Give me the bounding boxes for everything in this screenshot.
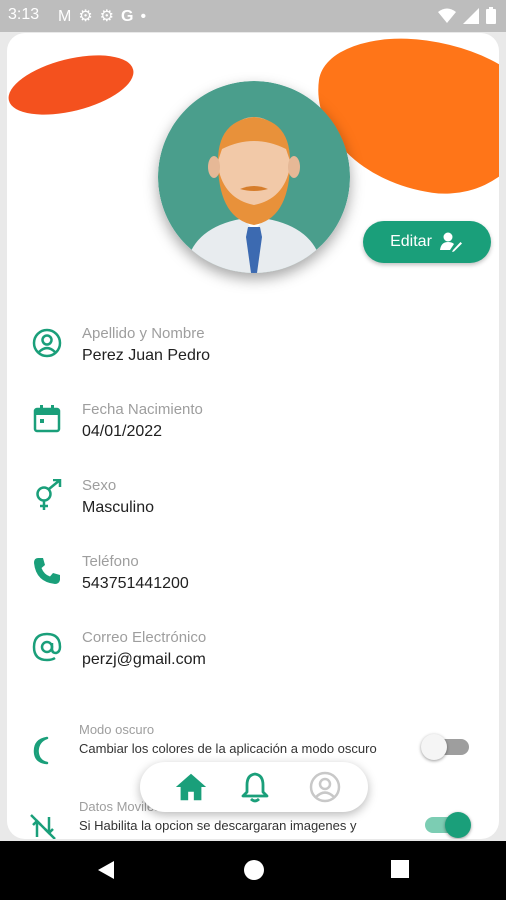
notification-icons: M⚙⚙G• xyxy=(58,6,153,26)
field-value: Masculino xyxy=(82,499,155,516)
decorative-blob xyxy=(7,44,140,126)
field-value: perzj@gmail.com xyxy=(82,651,206,668)
google-icon: G xyxy=(121,8,141,25)
profile-card: Editar Apellido y Nombre Perez Juan Pedr… xyxy=(7,33,499,839)
toggle-knob xyxy=(421,734,447,760)
nav-notifications[interactable] xyxy=(238,770,272,804)
signal-icon xyxy=(463,7,479,24)
home-icon xyxy=(175,773,207,801)
field-value: Perez Juan Pedro xyxy=(82,347,211,364)
back-icon[interactable] xyxy=(94,859,116,881)
nav-profile[interactable] xyxy=(308,770,342,804)
system-navigation-bar xyxy=(0,841,506,900)
field-value: 04/01/2022 xyxy=(82,423,163,440)
field-label: Fecha Nacimiento xyxy=(82,401,203,418)
field-email: Correo Electrónico perzj@gmail.com xyxy=(31,629,451,677)
field-label: Correo Electrónico xyxy=(82,629,207,646)
wifi-icon xyxy=(438,8,456,23)
status-bar: 3:13 M⚙⚙G• xyxy=(0,0,506,32)
status-time: 3:13 xyxy=(8,6,40,23)
field-label: Teléfono xyxy=(82,553,139,570)
field-value: 543751441200 xyxy=(82,575,189,592)
account-icon xyxy=(309,771,341,803)
account-circle-icon xyxy=(32,328,62,358)
edit-user-icon xyxy=(439,232,462,252)
phone-icon xyxy=(34,558,60,584)
gmail-icon: M xyxy=(58,8,79,25)
mobile-data-toggle[interactable] xyxy=(425,812,471,838)
edit-profile-button[interactable]: Editar xyxy=(363,221,491,263)
field-sex: Sexo Masculino xyxy=(31,477,451,525)
calendar-icon xyxy=(33,405,61,433)
at-icon xyxy=(32,632,62,662)
setting-title: Modo oscuro xyxy=(79,722,155,737)
dot-icon: • xyxy=(140,8,154,25)
field-phone: Teléfono 543751441200 xyxy=(31,553,451,601)
setting-description: Cambiar los colores de la aplicación a m… xyxy=(79,741,377,756)
field-label: Apellido y Nombre xyxy=(82,325,205,342)
edit-label: Editar xyxy=(390,233,432,250)
nav-home[interactable] xyxy=(174,770,208,804)
gender-icon xyxy=(36,479,62,510)
avatar-illustration xyxy=(158,81,350,273)
field-label: Sexo xyxy=(82,477,117,494)
recents-icon[interactable] xyxy=(390,859,410,879)
bottom-navigation xyxy=(140,762,368,812)
mobile-data-off-icon xyxy=(30,814,56,839)
avatar xyxy=(158,81,350,273)
moon-icon xyxy=(33,736,49,765)
settings-icon: ⚙ xyxy=(78,8,100,25)
system-icons xyxy=(438,7,496,24)
bell-icon xyxy=(241,772,269,803)
battery-icon xyxy=(486,7,496,24)
field-name: Apellido y Nombre Perez Juan Pedro xyxy=(31,325,451,373)
toggle-knob xyxy=(445,812,471,838)
setting-description: Si Habilita la opcion se descargaran ima… xyxy=(79,818,357,833)
settings-icon: ⚙ xyxy=(99,8,122,25)
field-birthdate: Fecha Nacimiento 04/01/2022 xyxy=(31,401,451,449)
dark-mode-toggle[interactable] xyxy=(421,734,469,760)
home-circle-icon[interactable] xyxy=(243,859,265,881)
